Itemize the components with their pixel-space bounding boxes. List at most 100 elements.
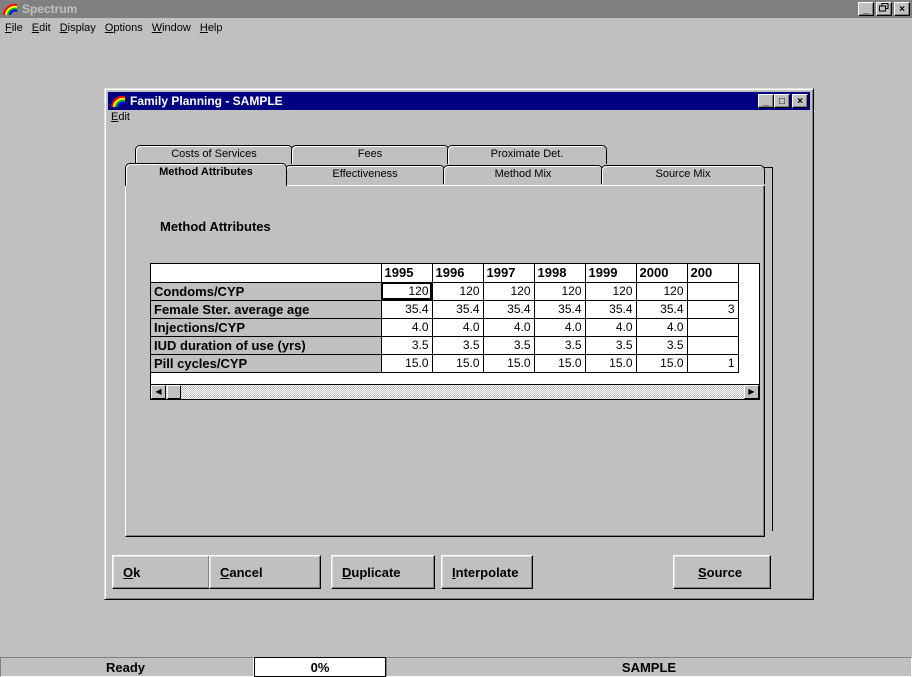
- col-header: 2000: [636, 264, 688, 283]
- child-menu-edit[interactable]: Edit: [111, 111, 130, 123]
- grid-cell[interactable]: 35.4: [636, 300, 688, 319]
- col-header: 1999: [585, 264, 637, 283]
- grid-cell[interactable]: 3.5: [636, 336, 688, 355]
- scroll-left-button[interactable]: ◀: [151, 385, 166, 399]
- grid-cell[interactable]: 4.0: [636, 318, 688, 337]
- duplicate-button[interactable]: Duplicate: [331, 555, 435, 589]
- grid-cell[interactable]: [687, 318, 739, 337]
- grid-cell[interactable]: 15.0: [432, 354, 484, 373]
- child-minimize-button[interactable]: _: [758, 94, 774, 108]
- grid-cell[interactable]: 120: [432, 282, 484, 301]
- grid-cell[interactable]: [687, 282, 739, 301]
- table-row: Pill cycles/CYP 15.0 15.0 15.0 15.0 15.0…: [151, 354, 739, 373]
- menu-help[interactable]: Help: [197, 19, 226, 39]
- app-close-button[interactable]: ×: [894, 2, 910, 16]
- child-close-button[interactable]: ×: [792, 94, 808, 108]
- grid-cell[interactable]: 35.4: [483, 300, 535, 319]
- grid-header-row: 1995 1996 1997 1998 1999 2000 200: [151, 264, 739, 283]
- arrow-right-icon: ▶: [748, 387, 755, 396]
- scroll-right-button[interactable]: ▶: [744, 385, 759, 399]
- grid-cell[interactable]: 4.0: [585, 318, 637, 337]
- app-title: Spectrum: [22, 2, 78, 16]
- grid-cell[interactable]: 1: [687, 354, 739, 373]
- status-bar: Ready 0% SAMPLE: [0, 657, 912, 677]
- col-header: 1998: [534, 264, 586, 283]
- cancel-button[interactable]: Cancel: [209, 555, 321, 589]
- spectrum-logo-icon: [111, 95, 126, 108]
- interpolate-button[interactable]: Interpolate: [441, 555, 533, 589]
- tab-fees[interactable]: Fees: [291, 145, 449, 164]
- grid-cell[interactable]: [687, 336, 739, 355]
- grid-cell[interactable]: 15.0: [534, 354, 586, 373]
- app-titlebar: Spectrum _ ×: [0, 0, 912, 18]
- child-menubar: Edit: [111, 111, 130, 123]
- data-grid[interactable]: 1995 1996 1997 1998 1999 2000 200 Condom…: [150, 263, 760, 387]
- tab-panel: Method Attributes 1995 1996 1997 1998 19…: [125, 185, 765, 537]
- tab-proximate-det[interactable]: Proximate Det.: [447, 145, 607, 164]
- row-header: IUD duration of use (yrs): [151, 336, 382, 355]
- grid-cell[interactable]: 4.0: [432, 318, 484, 337]
- grid-cell[interactable]: 15.0: [636, 354, 688, 373]
- family-planning-window: Family Planning - SAMPLE _ □ × Edit Cost…: [104, 88, 814, 600]
- row-header: Condoms/CYP: [151, 282, 382, 301]
- child-maximize-button[interactable]: □: [774, 94, 790, 108]
- grid-cell[interactable]: 120: [585, 282, 637, 301]
- table-row: Condoms/CYP 120 120 120 120 120 120: [151, 282, 739, 301]
- grid-cell[interactable]: 3.5: [585, 336, 637, 355]
- table-row: IUD duration of use (yrs) 3.5 3.5 3.5 3.…: [151, 336, 739, 355]
- row-header: Injections/CYP: [151, 318, 382, 337]
- progress-indicator: 0%: [254, 657, 386, 677]
- grid-cell[interactable]: 3.5: [534, 336, 586, 355]
- grid-cell[interactable]: 15.0: [381, 354, 433, 373]
- grid-cell[interactable]: 35.4: [432, 300, 484, 319]
- section-title: Method Attributes: [160, 219, 271, 234]
- tab-method-mix[interactable]: Method Mix: [443, 165, 603, 184]
- grid-cell[interactable]: 3.5: [432, 336, 484, 355]
- row-header: Pill cycles/CYP: [151, 354, 382, 373]
- col-header: 1995: [381, 264, 433, 283]
- tab-source-mix[interactable]: Source Mix: [601, 165, 765, 184]
- grid-cell[interactable]: 3: [687, 300, 739, 319]
- grid-cell[interactable]: 4.0: [381, 318, 433, 337]
- menu-window[interactable]: Window: [149, 19, 194, 39]
- grid-cell[interactable]: 15.0: [585, 354, 637, 373]
- ok-button[interactable]: Ok: [112, 555, 210, 589]
- projection-name: SAMPLE: [386, 657, 912, 677]
- grid-cell[interactable]: 15.0: [483, 354, 535, 373]
- grid-cell[interactable]: 4.0: [534, 318, 586, 337]
- grid-cell[interactable]: 35.4: [534, 300, 586, 319]
- col-header: 1997: [483, 264, 535, 283]
- col-header: 200: [687, 264, 739, 283]
- child-titlebar: Family Planning - SAMPLE _ □ ×: [108, 92, 810, 110]
- grid-cell[interactable]: 3.5: [483, 336, 535, 355]
- app-restore-button[interactable]: [876, 2, 892, 16]
- menu-file[interactable]: File: [0, 19, 26, 39]
- grid-cell[interactable]: 35.4: [381, 300, 433, 319]
- grid-cell[interactable]: 120: [636, 282, 688, 301]
- menu-display[interactable]: Display: [57, 19, 99, 39]
- restore-icon: [879, 3, 889, 12]
- row-header: Female Ster. average age: [151, 300, 382, 319]
- col-header: 1996: [432, 264, 484, 283]
- table-row: Female Ster. average age 35.4 35.4 35.4 …: [151, 300, 739, 319]
- menu-options[interactable]: Options: [102, 19, 146, 39]
- spectrum-logo-icon: [3, 3, 18, 16]
- grid-cell-selected[interactable]: 120: [381, 282, 433, 301]
- scroll-thumb[interactable]: [167, 385, 181, 399]
- source-button[interactable]: Source: [673, 555, 771, 589]
- grid-cell[interactable]: 35.4: [585, 300, 637, 319]
- status-text: Ready: [0, 657, 254, 677]
- app-minimize-button[interactable]: _: [858, 2, 874, 16]
- grid-cell[interactable]: 4.0: [483, 318, 535, 337]
- grid-cell[interactable]: 120: [483, 282, 535, 301]
- table-row: Injections/CYP 4.0 4.0 4.0 4.0 4.0 4.0: [151, 318, 739, 337]
- child-title: Family Planning - SAMPLE: [130, 94, 283, 108]
- grid-cell[interactable]: 3.5: [381, 336, 433, 355]
- tab-effectiveness[interactable]: Effectiveness: [285, 165, 445, 184]
- tab-method-attributes[interactable]: Method Attributes: [125, 163, 287, 186]
- horizontal-scrollbar[interactable]: ◀ ▶: [150, 384, 760, 400]
- menu-edit[interactable]: Edit: [29, 19, 54, 39]
- tab-costs-of-services[interactable]: Costs of Services: [135, 145, 293, 164]
- grid-cell[interactable]: 120: [534, 282, 586, 301]
- grid-corner: [151, 264, 382, 283]
